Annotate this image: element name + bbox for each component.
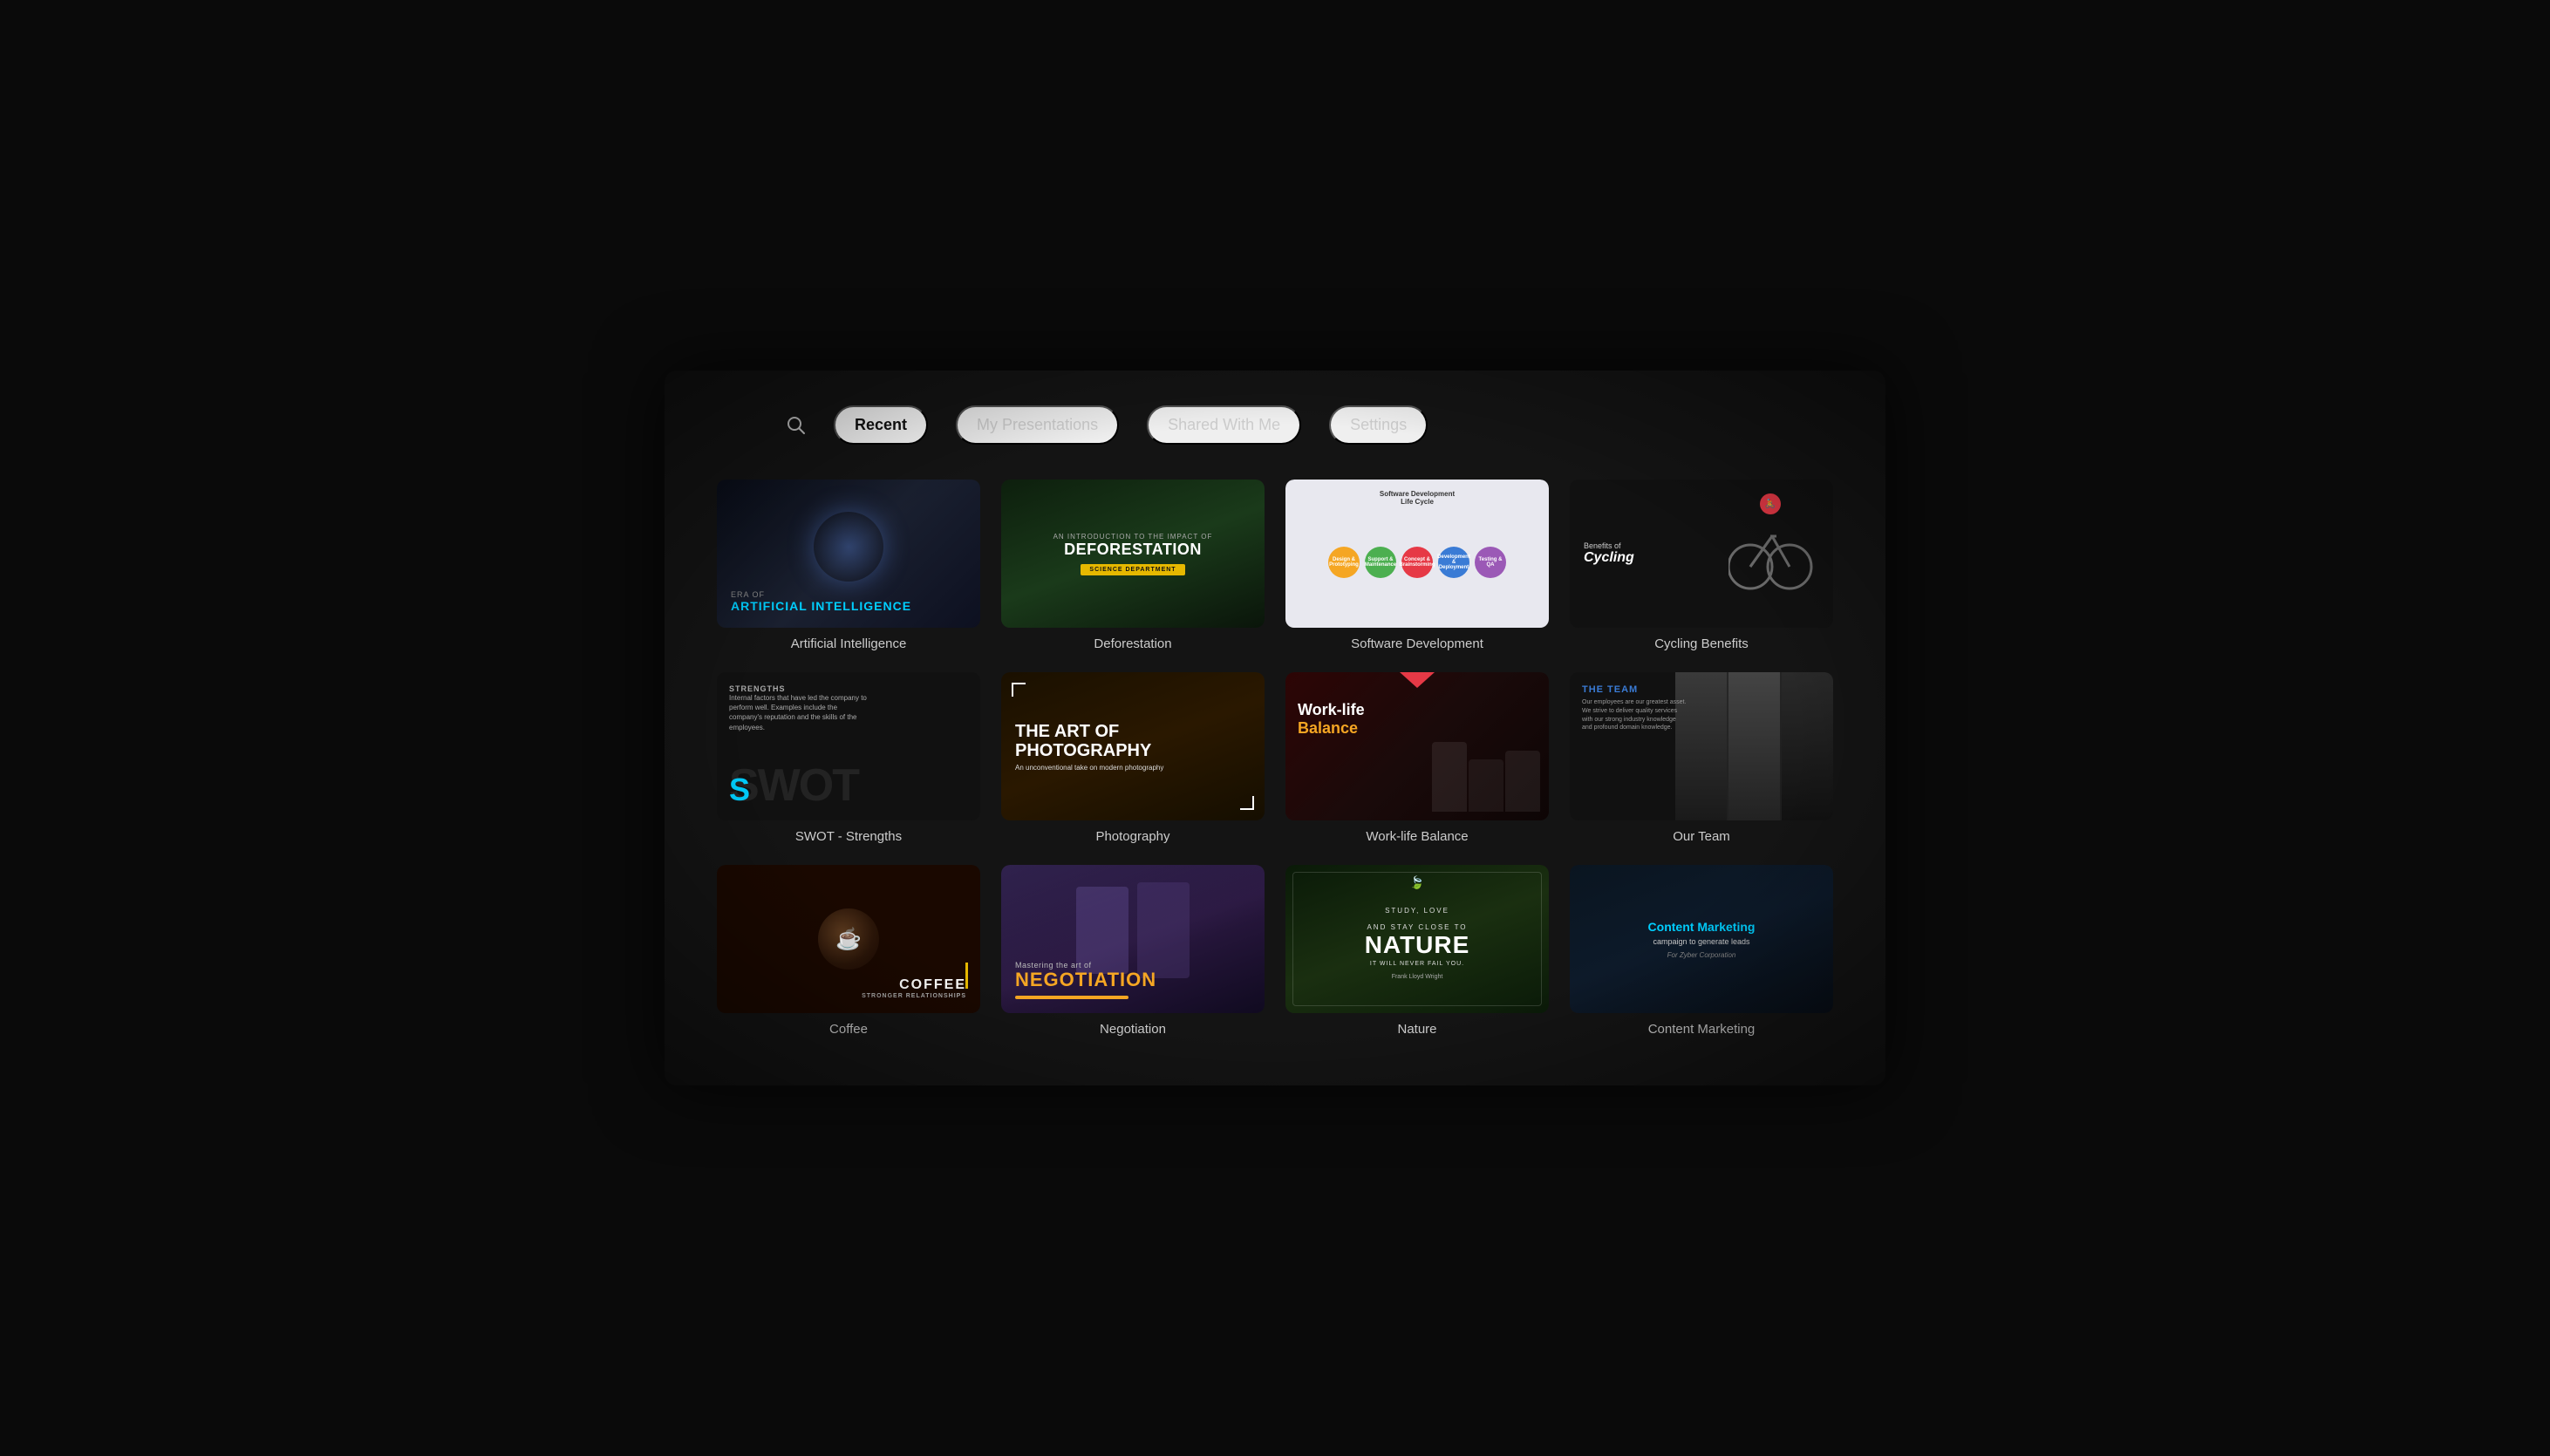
card-ai[interactable]: ERA OF ARTIFICIAL INTELLIGENCE Artificia…: [717, 480, 980, 651]
card-swot[interactable]: SWOT S STRENGTHS Internal factors that h…: [717, 672, 980, 844]
card-content-marketing[interactable]: Content Marketing campaign to generate l…: [1570, 865, 1833, 1037]
sdlc-circle-4: Development &Deployment: [1438, 547, 1469, 578]
card-worklife[interactable]: Work-life Balance Work-life Balance: [1285, 672, 1549, 844]
sdlc-circle-2: Support &Maintenance: [1365, 547, 1396, 578]
nature-text2: AND STAY CLOSE TO: [1367, 923, 1467, 931]
nature-leaf-icon: 🍃: [1409, 875, 1424, 890]
search-icon[interactable]: [787, 416, 806, 435]
cm-subtitle: campaign to generate leads: [1653, 937, 1749, 946]
worklife-title-line1: Work-life: [1298, 702, 1537, 719]
tab-my-presentations[interactable]: My Presentations: [956, 405, 1119, 445]
sdlc-circle-1: Design &Prototyping: [1328, 547, 1360, 578]
nego-bar: [1015, 996, 1128, 999]
card-team[interactable]: THE TEAM Our employees are our greatest …: [1570, 672, 1833, 844]
bike-icon: [1728, 510, 1816, 597]
card-coffee-label: Coffee: [717, 1022, 980, 1037]
card-deforestation[interactable]: An introduction to the impact of DEFORES…: [1001, 480, 1265, 651]
card-cycling-thumb: 🚴 Benefits of Cycling: [1570, 480, 1833, 628]
navigation: Recent My Presentations Shared With Me S…: [717, 405, 1833, 445]
tab-recent[interactable]: Recent: [834, 405, 928, 445]
team-label: THE TEAM: [1582, 684, 1687, 695]
photo-title: PHOTOGRAPHY: [1015, 741, 1151, 760]
swot-letter: S: [729, 772, 750, 808]
card-software[interactable]: Software DevelopmentLife Cycle Design &P…: [1285, 480, 1549, 651]
card-team-label: Our Team: [1570, 829, 1833, 844]
cm-title: Content Marketing: [1648, 920, 1756, 934]
presentations-grid: ERA OF ARTIFICIAL INTELLIGENCE Artificia…: [717, 480, 1833, 1037]
nature-author: Frank Lloyd Wright: [1392, 974, 1443, 980]
card-worklife-thumb: Work-life Balance: [1285, 672, 1549, 820]
defor-subtitle: An introduction to the impact of: [1053, 533, 1213, 541]
swot-title: STRENGTHS: [729, 684, 869, 693]
tab-shared-with-me[interactable]: Shared With Me: [1147, 405, 1301, 445]
defor-title: DEFORESTATION: [1064, 541, 1202, 559]
defor-badge: SCIENCE DEPARTMENT: [1081, 564, 1184, 575]
card-nature-thumb: 🍃 STUDY, LOVE AND STAY CLOSE TO NATURE I…: [1285, 865, 1549, 1013]
app-window: Recent My Presentations Shared With Me S…: [665, 371, 1885, 1085]
sdlc-circle-5: Testing &QA: [1475, 547, 1506, 578]
cycling-label: Benefits of: [1584, 541, 1634, 550]
card-content-marketing-label: Content Marketing: [1570, 1022, 1833, 1037]
ai-title: ARTIFICIAL INTELLIGENCE: [731, 599, 911, 614]
coffee-title: COFFEE STRONGER RELATIONSHIPS: [862, 977, 966, 999]
team-subtitle: Our employees are our greatest asset. We…: [1582, 698, 1687, 732]
photo-corner-br: [1240, 796, 1254, 810]
photo-subtitle: An unconventional take on modern photogr…: [1015, 764, 1163, 772]
nego-title: NEGOTIATION: [1015, 970, 1156, 990]
sdlc-title: Software DevelopmentLife Cycle: [1380, 490, 1455, 506]
nature-tagline: IT WILL NEVER FAIL YOU.: [1370, 961, 1464, 967]
card-ai-label: Artificial Intelligence: [717, 636, 980, 651]
swot-description: Internal factors that have led the compa…: [729, 693, 869, 732]
card-deforestation-label: Deforestation: [1001, 636, 1265, 651]
card-negotiation-thumb: Mastering the art of NEGOTIATION: [1001, 865, 1265, 1013]
card-cycling-label: Cycling Benefits: [1570, 636, 1833, 651]
ai-era-label: ERA OF: [731, 590, 765, 599]
card-photography-label: Photography: [1001, 829, 1265, 844]
card-photography-thumb: THE ART OF PHOTOGRAPHY An unconventional…: [1001, 672, 1265, 820]
team-faces: [1675, 672, 1833, 820]
cycling-title: Cycling: [1584, 550, 1634, 566]
card-swot-thumb: SWOT S STRENGTHS Internal factors that h…: [717, 672, 980, 820]
card-cycling[interactable]: 🚴 Benefits of Cycling Cycling Benefits: [1570, 480, 1833, 651]
photo-corner-tl: [1012, 683, 1026, 697]
photo-art-text: THE ART OF: [1015, 722, 1119, 741]
card-ai-thumb: ERA OF ARTIFICIAL INTELLIGENCE: [717, 480, 980, 628]
card-coffee-thumb: ☕ COFFEE STRONGER RELATIONSHIPS: [717, 865, 980, 1013]
card-negotiation[interactable]: Mastering the art of NEGOTIATION Negotia…: [1001, 865, 1265, 1037]
card-content-marketing-thumb: Content Marketing campaign to generate l…: [1570, 865, 1833, 1013]
card-team-thumb: THE TEAM Our employees are our greatest …: [1570, 672, 1833, 820]
card-nature-label: Nature: [1285, 1022, 1549, 1037]
card-software-label: Software Development: [1285, 636, 1549, 651]
card-swot-label: SWOT - Strengths: [717, 829, 980, 844]
cm-company: For Zyber Corporation: [1667, 951, 1736, 959]
nature-title: NATURE: [1365, 931, 1470, 959]
worklife-triangle: [1400, 672, 1435, 688]
coffee-cup: ☕: [818, 908, 879, 970]
card-negotiation-label: Negotiation: [1001, 1022, 1265, 1037]
card-deforestation-thumb: An introduction to the impact of DEFORES…: [1001, 480, 1265, 628]
card-software-thumb: Software DevelopmentLife Cycle Design &P…: [1285, 480, 1549, 628]
team-face-3: [1782, 672, 1833, 820]
card-nature[interactable]: 🍃 STUDY, LOVE AND STAY CLOSE TO NATURE I…: [1285, 865, 1549, 1037]
card-photography[interactable]: THE ART OF PHOTOGRAPHY An unconventional…: [1001, 672, 1265, 844]
sdlc-circle-3: Concept &Brainstorming: [1401, 547, 1433, 578]
card-coffee[interactable]: ☕ COFFEE STRONGER RELATIONSHIPS Coffee: [717, 865, 980, 1037]
team-face-2: [1728, 672, 1780, 820]
worklife-title-line2: Balance: [1298, 719, 1537, 738]
tab-settings[interactable]: Settings: [1329, 405, 1428, 445]
card-worklife-label: Work-life Balance: [1285, 829, 1549, 844]
nature-text1: STUDY, LOVE: [1385, 907, 1449, 915]
